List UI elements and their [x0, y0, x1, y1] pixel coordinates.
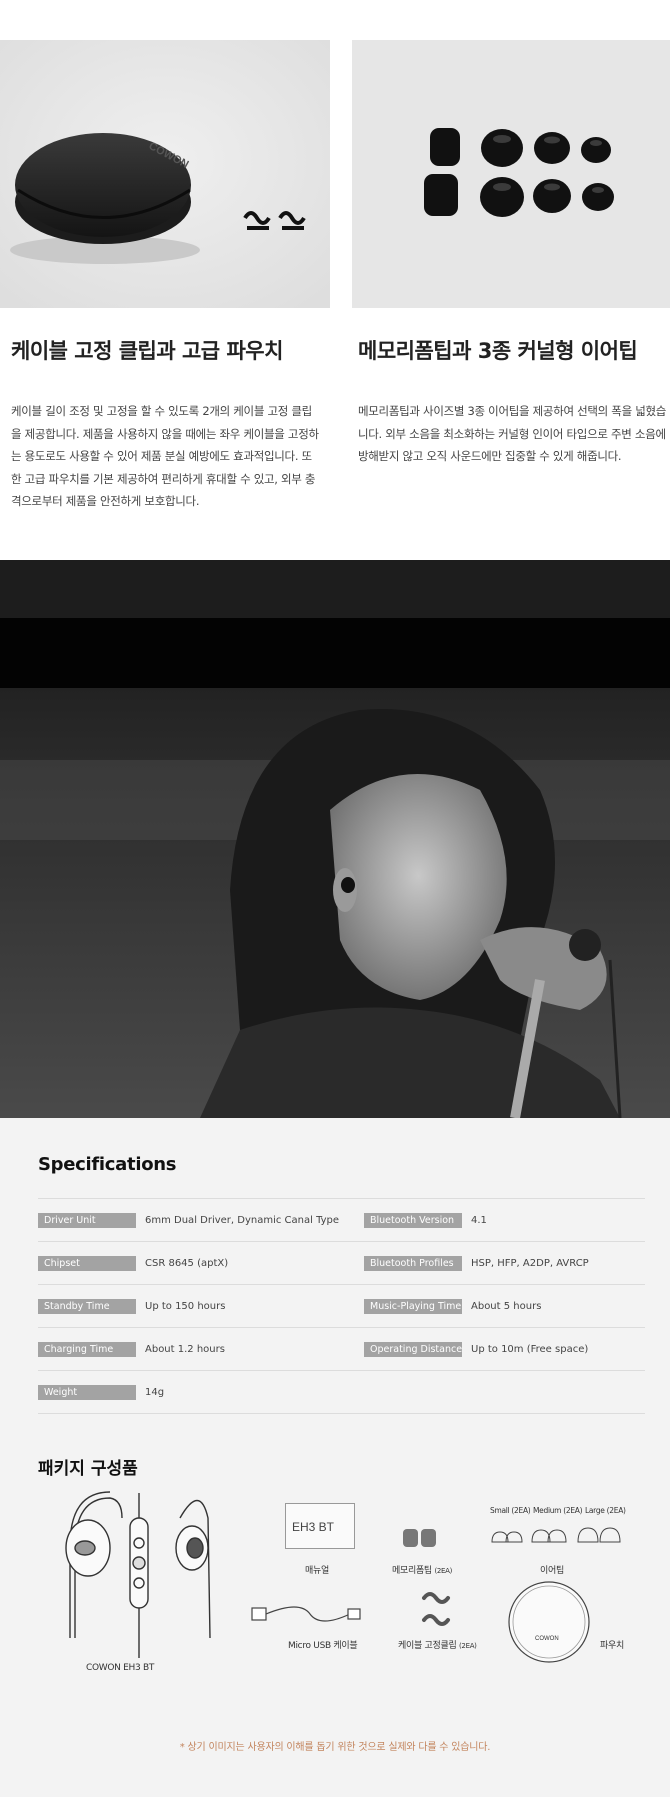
spec-cell: Standby Time Up to 150 hours: [38, 1298, 225, 1314]
spec-label: Bluetooth Version: [364, 1212, 462, 1228]
spec-row: Chipset CSR 8645 (aptX) Bluetooth Profil…: [38, 1242, 645, 1285]
spec-label: Bluetooth Profiles: [364, 1255, 462, 1271]
spec-value: HSP, HFP, A2DP, AVRCP: [471, 1257, 589, 1269]
cable-clip-name: 케이블 고정클립: [398, 1641, 457, 1651]
manual-label: 매뉴얼: [305, 1566, 329, 1576]
spec-label: Driver Unit: [38, 1212, 136, 1228]
feature-body-clip-pouch: 케이블 길이 조정 및 고정을 할 수 있도록 2개의 케이블 고정 클립을 제…: [11, 404, 319, 508]
pouch-icon-brand: COWON: [535, 1636, 559, 1642]
usb-cable-icon: [251, 1606, 361, 1622]
usb-cable-label: Micro USB 케이블: [288, 1641, 358, 1651]
cable-clip-count: (2EA): [458, 1642, 477, 1650]
spec-value: About 5 hours: [471, 1300, 542, 1312]
spec-value: 14g: [145, 1386, 165, 1398]
spec-row: Standby Time Up to 150 hours Music-Playi…: [38, 1285, 645, 1328]
spec-row: Driver Unit 6mm Dual Driver, Dynamic Can…: [38, 1199, 645, 1242]
memory-foam-tips-icon: [403, 1529, 436, 1547]
spec-value: Up to 10m (Free space): [471, 1343, 589, 1355]
spec-cell: Chipset CSR 8645 (aptX): [38, 1255, 228, 1271]
spec-cell: Charging Time About 1.2 hours: [38, 1341, 225, 1357]
spec-label: Weight: [38, 1384, 136, 1400]
pouch-label: 파우치: [600, 1641, 624, 1651]
spec-value: 6mm Dual Driver, Dynamic Canal Type: [145, 1214, 340, 1226]
eartips-icon: [491, 1527, 621, 1543]
spec-label: Standby Time: [38, 1298, 136, 1314]
disclaimer-note: * 상기 이미지는 사용자의 이해를 돕기 위한 것으로 실제와 다를 수 있습…: [179, 1742, 491, 1753]
cable-clip-label: 케이블 고정클립 (2EA): [398, 1638, 477, 1651]
earphone-illustration: [65, 1491, 211, 1658]
spec-label: Chipset: [38, 1255, 136, 1271]
memory-tips-count: (2EA): [434, 1567, 453, 1575]
lifestyle-hero-image: [0, 560, 670, 1118]
tip-large-label: Large (2EA): [585, 1506, 626, 1515]
product-detail-page: COWON 케이블 고정 클립과 고급 파우치 케이블 길이 조정 및 고정을 …: [0, 0, 670, 1797]
feature-section: COWON 케이블 고정 클립과 고급 파우치 케이블 길이 조정 및 고정을 …: [0, 40, 670, 560]
package-contents: COWON EH3 BT EH3 BT 매뉴얼 메모리폼팁 (2EA) Smal…: [30, 1488, 640, 1718]
spec-table: Driver Unit 6mm Dual Driver, Dynamic Can…: [38, 1198, 645, 1414]
spec-label: Charging Time: [38, 1341, 136, 1357]
pouch-icon: COWON: [508, 1581, 590, 1663]
spec-value: 4.1: [471, 1214, 487, 1226]
specs-title: Specifications: [38, 1154, 177, 1175]
package-title: 패키지 구성품: [38, 1459, 138, 1479]
eartips-photo: [352, 40, 670, 308]
specifications-section: Specifications Driver Unit 6mm Dual Driv…: [0, 1118, 670, 1797]
spec-cell: Bluetooth Version 4.1: [364, 1212, 487, 1228]
memory-tips-name: 메모리폼팁: [392, 1566, 432, 1576]
spec-value: CSR 8645 (aptX): [145, 1257, 229, 1269]
tip-medium-label: Medium (2EA): [533, 1506, 583, 1515]
manual-cover-text: EH3 BT: [292, 1520, 335, 1534]
spec-value: Up to 150 hours: [145, 1300, 226, 1312]
spec-label: Music-Playing Time: [364, 1298, 462, 1314]
spec-row: Weight 14g: [38, 1371, 645, 1414]
spec-cell: Music-Playing Time About 5 hours: [364, 1298, 541, 1314]
feature-body-eartips: 메모리폼팁과 사이즈별 3종 이어팁을 제공하여 선택의 폭을 넓혔습니다. 외…: [358, 404, 667, 463]
spec-cell: Driver Unit 6mm Dual Driver, Dynamic Can…: [38, 1212, 339, 1228]
spec-label: Operating Distance: [364, 1341, 462, 1357]
tip-small-label: Small (2EA): [490, 1506, 531, 1515]
feature-title-clip-pouch: 케이블 고정 클립과 고급 파우치: [11, 339, 283, 363]
eartips-label: 이어팁: [540, 1566, 564, 1576]
spec-cell: Bluetooth Profiles HSP, HFP, A2DP, AVRCP: [364, 1255, 589, 1271]
manual-illustration: EH3 BT: [285, 1503, 355, 1549]
feature-title-eartips: 메모리폼팁과 3종 커널형 이어팁: [358, 339, 638, 363]
spec-value: About 1.2 hours: [145, 1343, 225, 1355]
cable-clip-icon: [422, 1592, 450, 1626]
memory-tips-label: 메모리폼팁 (2EA): [392, 1563, 452, 1576]
spec-row: Charging Time About 1.2 hours Operating …: [38, 1328, 645, 1371]
pouch-and-clips-photo: COWON: [0, 40, 330, 308]
earphone-label: COWON EH3 BT: [86, 1663, 155, 1673]
spec-cell: Operating Distance Up to 10m (Free space…: [364, 1341, 588, 1357]
spec-cell: Weight 14g: [38, 1384, 164, 1400]
